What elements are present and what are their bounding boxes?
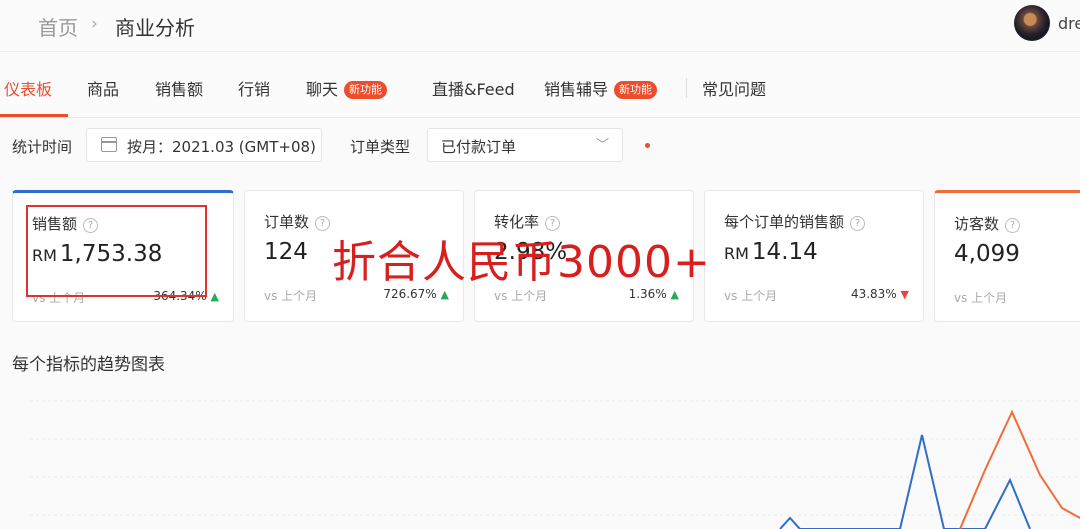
order-type-select[interactable]: 已付款订单 ﹀: [427, 128, 623, 162]
help-icon[interactable]: ?: [850, 216, 866, 231]
breadcrumb-home[interactable]: 首页: [38, 12, 78, 41]
metric-value: 4,099: [954, 241, 1020, 267]
metric-title: 每个订单的销售额?: [724, 211, 866, 232]
trend-section-title: 每个指标的趋势图表: [12, 355, 165, 375]
tab-live-feed[interactable]: 直播&Feed: [432, 76, 515, 100]
tab-divider: [686, 78, 687, 98]
help-icon[interactable]: ?: [315, 216, 331, 231]
notification-dot-icon: [645, 143, 650, 148]
order-type-label: 订单类型: [350, 138, 411, 156]
active-tab-indicator: [0, 114, 68, 117]
chart-gridlines: [30, 400, 1080, 516]
compare-label: vs 上个月: [724, 289, 778, 303]
username[interactable]: dre: [1058, 14, 1080, 33]
top-bar: 首页 › 商业分析 dre: [0, 0, 1080, 52]
metric-title: 订单数?: [264, 211, 331, 232]
calendar-icon: [101, 137, 117, 152]
tab-chat[interactable]: 聊天 新功能: [306, 76, 388, 100]
compare-percent: 43.83% ▼: [851, 287, 909, 301]
avatar[interactable]: [1014, 5, 1050, 41]
tab-products[interactable]: 商品: [87, 76, 119, 100]
tab-sales[interactable]: 销售额: [155, 76, 203, 100]
metric-title: 访客数?: [954, 213, 1021, 234]
main-tabs: 仪表板 商品 销售额 行销 聊天 新功能 直播&Feed 销售辅导 新功能 常见问题: [0, 58, 1080, 118]
date-picker[interactable]: 按月：2021.03 (GMT+08): [86, 128, 322, 162]
metric-value-number: 14.14: [751, 239, 818, 265]
trend-up-icon: ▲: [210, 290, 219, 303]
breadcrumb-separator-icon: ›: [91, 14, 98, 34]
trend-down-icon: ▼: [900, 288, 909, 301]
tab-marketing[interactable]: 行销: [238, 76, 270, 100]
new-feature-badge: 新功能: [344, 81, 388, 99]
order-type-value: 已付款订单: [441, 138, 517, 156]
currency-unit: RM: [724, 244, 749, 263]
metric-title-text: 访客数: [954, 215, 1000, 233]
metric-title-text: 订单数: [264, 213, 310, 231]
compare-label: vs 上个月: [954, 291, 1008, 305]
tab-dashboard[interactable]: 仪表板: [4, 76, 52, 100]
help-icon[interactable]: ?: [1005, 218, 1021, 233]
tab-sales-coaching-label: 销售辅导: [544, 80, 609, 99]
compare-percent-text: 43.83%: [850, 287, 897, 301]
compare-label: vs 上个月: [264, 289, 318, 303]
metric-value: 124: [264, 239, 308, 265]
tab-faq[interactable]: 常见问题: [702, 76, 766, 100]
series-line-orange: [959, 409, 1080, 529]
filter-bar: 统计时间 按月：2021.03 (GMT+08) 订单类型 已付款订单 ﹀: [0, 118, 1080, 173]
date-picker-value: 按月：2021.03 (GMT+08): [127, 138, 316, 156]
chevron-down-icon: ﹀: [596, 138, 610, 153]
breadcrumb-current: 商业分析: [115, 16, 195, 40]
metric-card-visitors[interactable]: 访客数? 4,099 vs 上个月 3: [934, 190, 1080, 322]
new-feature-badge: 新功能: [614, 81, 658, 99]
tab-chat-label: 聊天: [306, 80, 339, 99]
highlight-box: [26, 205, 207, 297]
metric-card-order-value[interactable]: 每个订单的销售额? RM 14.14 vs 上个月 43.83% ▼: [704, 190, 924, 322]
time-filter-label: 统计时间: [12, 138, 73, 156]
tab-sales-coaching[interactable]: 销售辅导 新功能: [544, 76, 658, 100]
annotation-text: 折合人民币3000+: [332, 237, 711, 288]
trend-chart: [30, 400, 1080, 529]
metric-value: RM 14.14: [724, 239, 818, 265]
metric-title-text: 每个订单的销售额: [724, 213, 845, 231]
